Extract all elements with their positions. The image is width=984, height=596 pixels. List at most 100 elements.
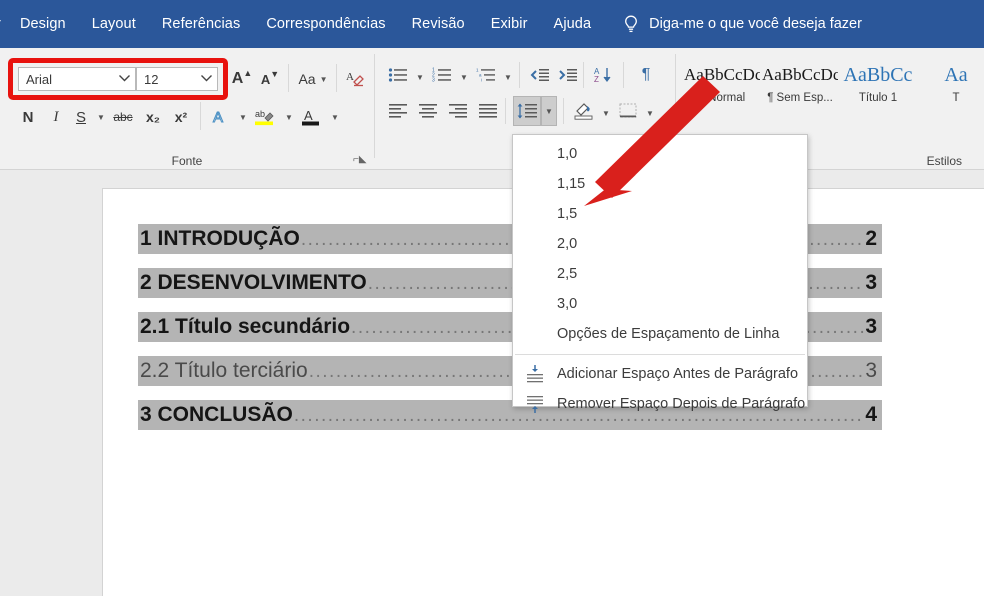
borders-dropdown[interactable]: ▼ [639, 100, 661, 126]
menu-item-label: 1,0 [557, 146, 577, 162]
justify-icon[interactable] [475, 98, 501, 124]
font-name-value: Arial [19, 72, 113, 87]
align-left-icon[interactable] [385, 98, 411, 124]
menu-item-label: 1,15 [557, 176, 585, 192]
style-preview: AaBbCcDc [684, 60, 760, 90]
text-effects-icon[interactable]: A [208, 104, 232, 130]
bullets-dropdown[interactable]: ▼ [409, 64, 431, 90]
font-group-label: Fonte [0, 154, 374, 168]
underline-button[interactable]: S [70, 104, 92, 130]
change-case-label: Aa [298, 71, 315, 87]
subscript-button[interactable]: x₂ [140, 104, 166, 130]
font-dialog-launcher[interactable]: ⌐◣ [353, 154, 364, 165]
increase-indent-icon[interactable] [555, 62, 581, 88]
menu-item-add-space-before[interactable]: Adicionar Espaço Antes de Parágrafo [513, 359, 807, 389]
menu-item-remove-space-after[interactable]: Remover Espaço Depois de Parágrafo [513, 389, 807, 419]
remove-space-after-icon [523, 393, 547, 415]
svg-text:i: i [481, 78, 482, 83]
strikethrough-label: abc [113, 110, 132, 124]
divider [505, 98, 506, 124]
menu-item-line-spacing-options[interactable]: Opções de Espaçamento de Linha [513, 319, 807, 349]
borders-icon[interactable] [615, 98, 641, 124]
highlight-icon[interactable]: ab [252, 104, 278, 130]
word-window: r Design Layout Referências Correspondên… [0, 0, 984, 596]
shading-dropdown[interactable]: ▼ [595, 100, 617, 126]
svg-text:3: 3 [432, 78, 435, 84]
tab-exibir[interactable]: Exibir [478, 10, 541, 38]
tell-me-box[interactable]: Diga-me o que você deseja fazer [622, 14, 862, 34]
svg-text:Z: Z [594, 75, 599, 84]
bold-button[interactable]: N [16, 104, 40, 130]
menu-item-label: 2,0 [557, 236, 577, 252]
toc-title: 2.2 Título terciário [140, 356, 308, 386]
toc-page-number: 4 [865, 400, 880, 430]
grow-font-button[interactable]: A ▲ [230, 66, 254, 92]
toc-page-number: 3 [865, 356, 880, 386]
menu-item-label: 2,5 [557, 266, 577, 282]
multilevel-list-icon[interactable]: 1 a i [473, 62, 499, 88]
strikethrough-button[interactable]: abc [108, 104, 138, 130]
line-spacing-button[interactable] [513, 96, 541, 126]
add-space-before-icon [523, 363, 547, 385]
menu-item-label: 3,0 [557, 296, 577, 312]
highlight-dropdown[interactable]: ▼ [278, 104, 300, 130]
style-item-sem-espacamento[interactable]: AaBbCcDc ¶ Sem Esp... [762, 60, 838, 118]
toc-title: 2.1 Título secundário [140, 312, 350, 342]
font-color-icon[interactable]: A [298, 104, 324, 130]
tab-revisao[interactable]: Revisão [399, 10, 478, 38]
menu-item-spacing-2-5[interactable]: 2,5 [513, 259, 807, 289]
style-name: Título 1 [840, 92, 916, 104]
superscript-label: x² [175, 109, 187, 125]
style-name: ¶ Sem Esp... [762, 92, 838, 104]
show-formatting-marks-icon[interactable]: ¶ [633, 62, 659, 88]
line-spacing-dropdown[interactable]: ▼ [541, 96, 557, 126]
style-item-titulo-1[interactable]: AaBbCc Título 1 [840, 60, 916, 118]
shading-icon[interactable] [571, 98, 597, 124]
menu-item-label: 1,5 [557, 206, 577, 222]
menu-item-spacing-1-15[interactable]: 1,15 [513, 169, 807, 199]
text-effects-dropdown[interactable]: ▼ [232, 104, 254, 130]
clear-formatting-icon[interactable]: A [342, 66, 368, 92]
bullets-icon[interactable] [385, 62, 411, 88]
tab-correspondencias[interactable]: Correspondências [253, 10, 398, 38]
toc-title: 3 CONCLUSÃO [140, 400, 293, 430]
superscript-button[interactable]: x² [168, 104, 194, 130]
font-size-input[interactable]: 12 [136, 67, 218, 91]
toc-page-number: 3 [865, 312, 880, 342]
align-center-icon[interactable] [415, 98, 441, 124]
menu-item-spacing-1-0[interactable]: 1,0 [513, 139, 807, 169]
chevron-down-icon[interactable] [113, 74, 135, 85]
divider [623, 62, 624, 88]
toc-title: 1 INTRODUÇÃO [140, 224, 300, 254]
menu-item-label: Remover Espaço Depois de Parágrafo [557, 396, 805, 412]
style-item-titulo-2[interactable]: Aa T [918, 60, 984, 118]
multilevel-list-dropdown[interactable]: ▼ [497, 64, 519, 90]
chevron-down-icon[interactable] [195, 74, 217, 85]
divider [563, 98, 564, 124]
style-item-normal[interactable]: AaBbCcDc ¶ Normal [684, 60, 760, 118]
divider [519, 62, 520, 88]
sort-icon[interactable]: A Z [591, 62, 617, 88]
align-right-icon[interactable] [445, 98, 471, 124]
font-color-dropdown[interactable]: ▼ [324, 104, 346, 130]
numbering-icon[interactable]: 1 2 3 [429, 62, 455, 88]
decrease-indent-icon[interactable] [527, 62, 553, 88]
shrink-font-button[interactable]: A ▼ [258, 66, 282, 92]
divider [583, 62, 584, 88]
menu-item-spacing-2-0[interactable]: 2,0 [513, 229, 807, 259]
italic-button[interactable]: I [44, 104, 68, 130]
numbering-dropdown[interactable]: ▼ [453, 64, 475, 90]
style-preview: Aa [918, 60, 984, 90]
menu-item-spacing-3-0[interactable]: 3,0 [513, 289, 807, 319]
menu-item-spacing-1-5[interactable]: 1,5 [513, 199, 807, 229]
bold-label: N [23, 109, 34, 126]
menu-item-label: Adicionar Espaço Antes de Parágrafo [557, 366, 798, 382]
tab-referencias[interactable]: Referências [149, 10, 253, 38]
tab-ajuda[interactable]: Ajuda [541, 10, 605, 38]
change-case-button[interactable]: Aa ▼ [294, 66, 332, 92]
tab-design[interactable]: Design [7, 10, 79, 38]
font-name-input[interactable]: Arial [18, 67, 136, 91]
tab-layout[interactable]: Layout [79, 10, 149, 38]
menu-divider [515, 354, 805, 355]
tab-inserir[interactable]: r [0, 10, 7, 38]
